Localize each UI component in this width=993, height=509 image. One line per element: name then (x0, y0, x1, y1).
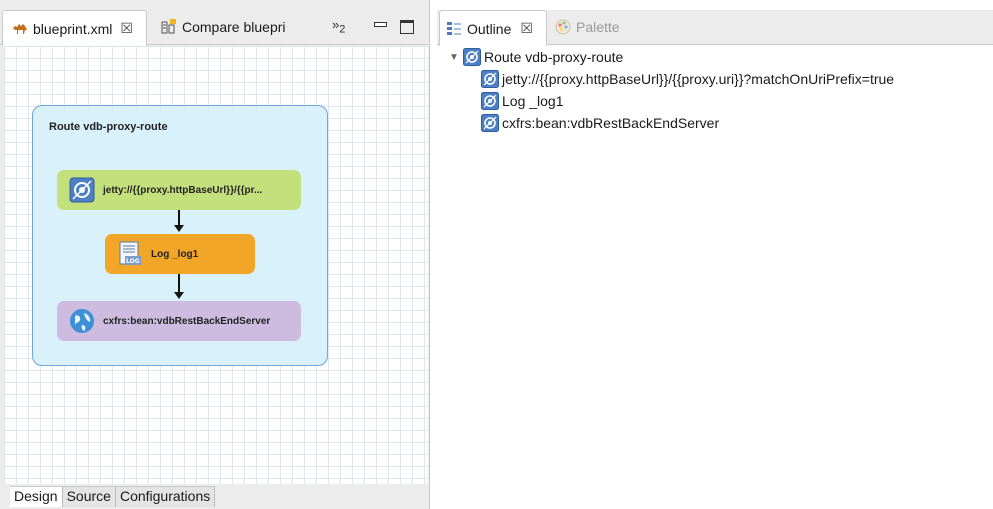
route-icon (463, 48, 481, 66)
tab-label: blueprint.xml (33, 20, 113, 37)
tab-label: Outline (467, 20, 512, 37)
outline-pane: Outline ☒ Palette ▼ Route vdb-proxy-rout… (437, 0, 993, 509)
tab-label: Compare bluepri (182, 19, 286, 35)
node-log[interactable]: LOG Log _log1 (105, 234, 255, 274)
node-label: Log _log1 (151, 248, 199, 260)
camel-icon (11, 20, 29, 38)
maximize-button[interactable] (400, 20, 414, 34)
design-canvas[interactable]: Route vdb-proxy-route jetty://{{proxy.ht… (4, 46, 428, 484)
node-cxfrs[interactable]: cxfrs:bean:vdbRestBackEndServer (57, 301, 301, 341)
tree-label: Route vdb-proxy-route (484, 49, 624, 65)
endpoint-icon (481, 92, 499, 110)
tab-palette[interactable]: Palette (549, 10, 620, 44)
flow-arrow (174, 274, 184, 299)
tab-outline[interactable]: Outline ☒ (439, 10, 547, 46)
tab-overflow-button[interactable]: »2 (332, 17, 345, 36)
tree-item-cxfrs[interactable]: cxfrs:bean:vdbRestBackEndServer (449, 112, 894, 134)
node-label: cxfrs:bean:vdbRestBackEndServer (103, 315, 271, 327)
node-jetty-endpoint[interactable]: jetty://{{proxy.httpBaseUrl}}/{{pr... (57, 170, 301, 210)
overflow-count: 2 (339, 23, 346, 36)
tree-item-jetty[interactable]: jetty://{{proxy.httpBaseUrl}}/{{proxy.ur… (449, 68, 894, 90)
tree-label: jetty://{{proxy.httpBaseUrl}}/{{proxy.ur… (502, 71, 895, 87)
tree-item-log[interactable]: Log _log1 (449, 90, 894, 112)
expand-triangle-icon[interactable]: ▼ (449, 52, 461, 63)
close-icon[interactable]: ☒ (520, 20, 533, 37)
editor-tab-bar: blueprint.xml ☒ Compare bluepri »2 (0, 10, 428, 46)
flow-arrow (174, 210, 184, 232)
route-title: Route vdb-proxy-route (49, 121, 168, 133)
close-icon[interactable]: ☒ (120, 20, 133, 37)
editor-bottom-tabs: Design Source Configurations (10, 486, 216, 508)
tab-design[interactable]: Design (10, 487, 63, 507)
endpoint-icon (69, 177, 95, 203)
editor-pane: blueprint.xml ☒ Compare bluepri »2 Route… (0, 0, 430, 509)
log-icon: LOG (117, 241, 143, 267)
tree-label: cxfrs:bean:vdbRestBackEndServer (502, 115, 720, 131)
tab-source[interactable]: Source (62, 487, 116, 507)
minimize-button[interactable] (373, 19, 387, 33)
tree-label: Log _log1 (502, 93, 564, 109)
tab-compare-blueprint[interactable]: Compare bluepri (152, 10, 286, 44)
outline-icon (446, 21, 462, 37)
outline-tree: ▼ Route vdb-proxy-route jetty://{{proxy.… (449, 46, 894, 134)
svg-text:LOG: LOG (126, 258, 140, 265)
compare-icon (160, 18, 178, 36)
node-label: jetty://{{proxy.httpBaseUrl}}/{{pr... (103, 184, 263, 196)
route-container[interactable]: Route vdb-proxy-route jetty://{{proxy.ht… (32, 105, 328, 366)
tree-item-route[interactable]: ▼ Route vdb-proxy-route (449, 46, 894, 68)
outline-tab-bar: Outline ☒ Palette (437, 10, 993, 46)
endpoint-icon (481, 114, 499, 132)
endpoint-icon (481, 70, 499, 88)
globe-icon (69, 308, 95, 334)
tab-blueprint-xml[interactable]: blueprint.xml ☒ (2, 10, 147, 46)
tab-configurations[interactable]: Configurations (115, 487, 216, 507)
pane-divider (429, 0, 430, 509)
palette-icon (555, 19, 571, 35)
tab-label: Palette (576, 19, 620, 35)
